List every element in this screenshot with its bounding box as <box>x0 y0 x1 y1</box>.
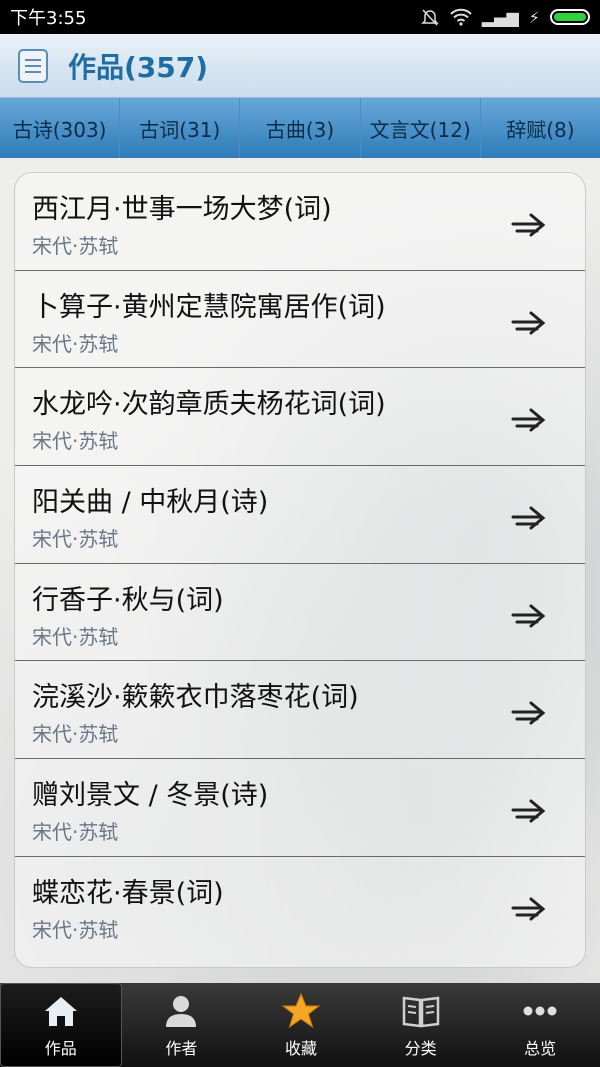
arrow-right-icon <box>511 604 546 628</box>
mute-bell-icon <box>421 9 439 26</box>
nav-label: 收藏 <box>284 1039 317 1058</box>
bottom-nav: 作品 作者 收藏 分类 总览 <box>0 983 600 1067</box>
nav-favorites[interactable]: 收藏 <box>241 983 361 1067</box>
item-subtitle: 宋代·苏轼 <box>32 234 119 258</box>
menu-icon[interactable] <box>18 48 48 83</box>
list-item[interactable]: 浣溪沙·簌簌衣巾落枣花(词) 宋代·苏轼 <box>15 661 585 760</box>
list-item[interactable]: 蝶恋花·春景(词) 宋代·苏轼 <box>15 857 585 955</box>
item-title: 浣溪沙·簌簌衣巾落枣花(词) <box>32 682 359 714</box>
item-title: 西江月·世事一场大梦(词) <box>32 194 332 225</box>
list-item[interactable]: 水龙吟·次韵章质夫杨花词(词) 宋代·苏轼 <box>15 368 585 467</box>
arrow-right-icon <box>511 897 546 921</box>
nav-label: 作品 <box>44 1039 77 1058</box>
category-tabs: 古诗(303) 古词(31) 古曲(3) 文言文(12) 辞赋(8) <box>0 98 600 158</box>
item-subtitle: 宋代·苏轼 <box>32 820 119 845</box>
signal-icon: ▂▄▆ <box>481 7 519 27</box>
list-item[interactable]: 赠刘景文 / 冬景(诗) 宋代·苏轼 <box>15 759 585 857</box>
tab-gushi[interactable]: 古诗(303) <box>0 98 121 158</box>
item-title: 卜算子·黄州定慧院寓居作(词) <box>32 291 386 323</box>
list-item[interactable]: 行香子·秋与(词) 宋代·苏轼 <box>15 564 585 662</box>
star-icon <box>281 992 321 1029</box>
item-subtitle: 宋代·苏轼 <box>32 429 119 454</box>
status-bar: 下午3:55 ▂▄▆ ⚡ <box>0 0 600 34</box>
book-icon <box>402 996 439 1028</box>
nav-authors[interactable]: 作者 <box>122 983 242 1067</box>
item-subtitle: 宋代·苏轼 <box>32 331 119 356</box>
item-title: 行香子·秋与(词) <box>32 584 224 616</box>
arrow-right-icon <box>511 506 546 530</box>
nav-label: 分类 <box>404 1039 437 1058</box>
arrow-right-icon <box>511 701 546 725</box>
item-title: 蝶恋花·春景(词) <box>32 877 224 909</box>
status-icons: ▂▄▆ ⚡ <box>420 7 590 27</box>
item-title: 赠刘景文 / 冬景(诗) <box>32 780 269 812</box>
arrow-right-icon <box>511 311 546 335</box>
arrow-right-icon <box>511 213 546 237</box>
battery-icon <box>550 9 590 25</box>
charging-icon: ⚡ <box>528 7 540 27</box>
arrow-right-icon <box>511 799 546 823</box>
item-title: 阳关曲 / 中秋月(诗) <box>32 487 269 519</box>
tab-guqu[interactable]: 古曲(3) <box>240 98 361 158</box>
list-item[interactable]: 西江月·世事一场大梦(词) 宋代·苏轼 <box>15 173 585 271</box>
nav-works[interactable]: 作品 <box>0 983 122 1067</box>
tab-cifu[interactable]: 辞赋(8) <box>481 98 600 158</box>
tab-wenyanwen[interactable]: 文言文(12) <box>361 98 481 158</box>
list-item[interactable]: 卜算子·黄州定慧院寓居作(词) 宋代·苏轼 <box>15 271 585 369</box>
tab-guci[interactable]: 古词(31) <box>120 98 241 158</box>
list-item[interactable]: 阳关曲 / 中秋月(诗) 宋代·苏轼 <box>15 466 585 564</box>
nav-label: 总览 <box>524 1039 557 1058</box>
item-subtitle: 宋代·苏轼 <box>32 624 119 649</box>
more-icon <box>523 1006 557 1016</box>
nav-label: 作者 <box>165 1039 198 1058</box>
home-icon <box>44 997 77 1026</box>
works-list: 西江月·世事一场大梦(词) 宋代·苏轼 卜算子·黄州定慧院寓居作(词) 宋代·苏… <box>14 172 586 968</box>
nav-categories[interactable]: 分类 <box>361 983 481 1067</box>
item-subtitle: 宋代·苏轼 <box>32 527 119 552</box>
item-title: 水龙吟·次韵章质夫杨花词(词) <box>32 389 386 421</box>
arrow-right-icon <box>511 408 546 432</box>
person-icon <box>166 996 197 1027</box>
nav-overview[interactable]: 总览 <box>480 983 600 1067</box>
page-title: 作品(357) <box>68 50 209 84</box>
item-subtitle: 宋代·苏轼 <box>32 722 119 747</box>
item-subtitle: 宋代·苏轼 <box>32 917 119 942</box>
status-time: 下午3:55 <box>10 8 87 29</box>
wifi-icon <box>450 8 472 26</box>
app-header: 作品(357) <box>0 34 600 98</box>
